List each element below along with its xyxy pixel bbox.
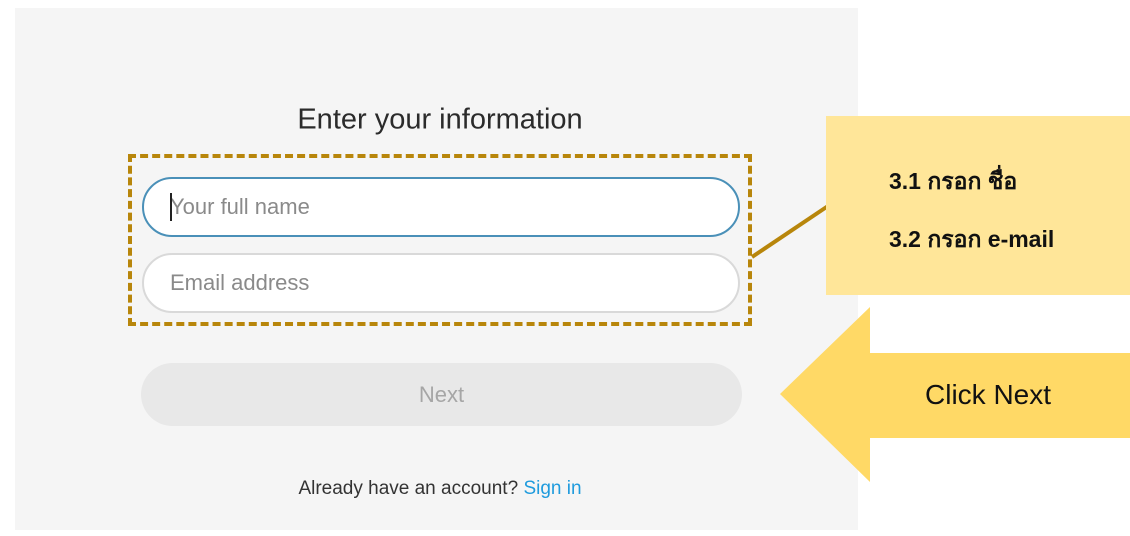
callout-step-name: 3.1 กรอก ชื่อ [889,168,1018,194]
callout-step-email: 3.2 กรอก e-mail [889,226,1055,252]
instruction-callout: 3.1 กรอก ชื่อ 3.2 กรอก e-mail [826,116,1130,295]
next-button[interactable]: Next [141,363,742,426]
signin-prompt: Already have an account? Sign in [240,478,640,500]
arrow-label: Click Next [925,379,1052,410]
signin-prompt-text: Already have an account? [298,478,519,499]
signin-link[interactable]: Sign in [523,478,581,499]
fields-highlight-box [128,154,752,326]
form-title: Enter your information [297,103,583,136]
